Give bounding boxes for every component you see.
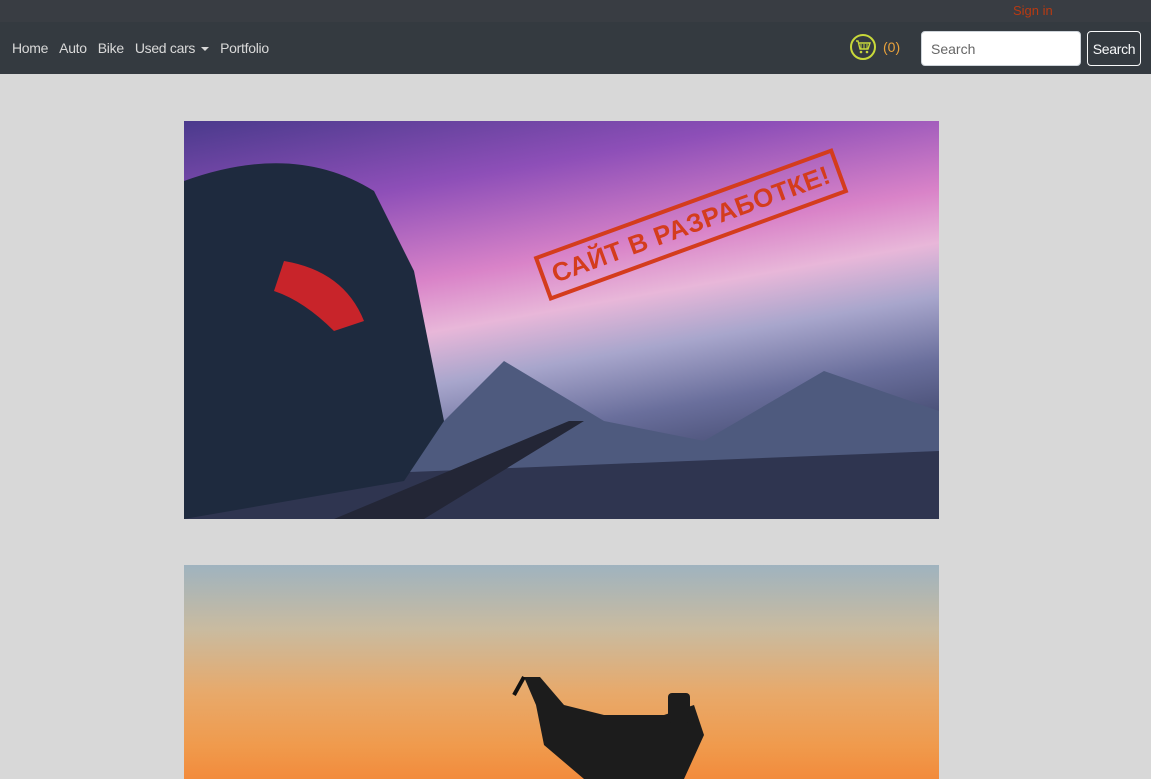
search-button[interactable]: Search (1087, 31, 1141, 66)
motorcycle-mirror-right (668, 693, 690, 723)
nav-used-cars-label: Used cars (134, 40, 196, 56)
cart[interactable]: (0) (850, 34, 900, 60)
motorcycle-illustration (512, 676, 704, 779)
nav-used-cars-dropdown[interactable]: Used cars (134, 40, 210, 56)
nav-home-link[interactable]: Home (12, 40, 48, 56)
nav-portfolio-link[interactable]: Portfolio (220, 40, 269, 56)
car-body (184, 163, 444, 519)
car-banner-image: САЙТ В РАЗРАБОТКЕ! (184, 121, 939, 519)
bike-banner-image (184, 565, 939, 779)
nav-links: Home Auto Bike Used cars Portfolio (12, 22, 269, 74)
nav-bike-link[interactable]: Bike (98, 40, 124, 56)
shopping-cart-glyph (856, 40, 871, 54)
nav-auto-link[interactable]: Auto (59, 40, 87, 56)
signin-link[interactable]: Sign in (1013, 3, 1053, 18)
shopping-cart-icon[interactable] (850, 34, 876, 60)
motorcycle-body (524, 677, 704, 779)
search-input[interactable] (921, 31, 1081, 66)
chevron-down-icon (201, 47, 210, 52)
top-bar: Sign in (0, 0, 1151, 22)
cart-count: (0) (883, 39, 901, 55)
motorcycle-mirror-left (512, 676, 526, 696)
